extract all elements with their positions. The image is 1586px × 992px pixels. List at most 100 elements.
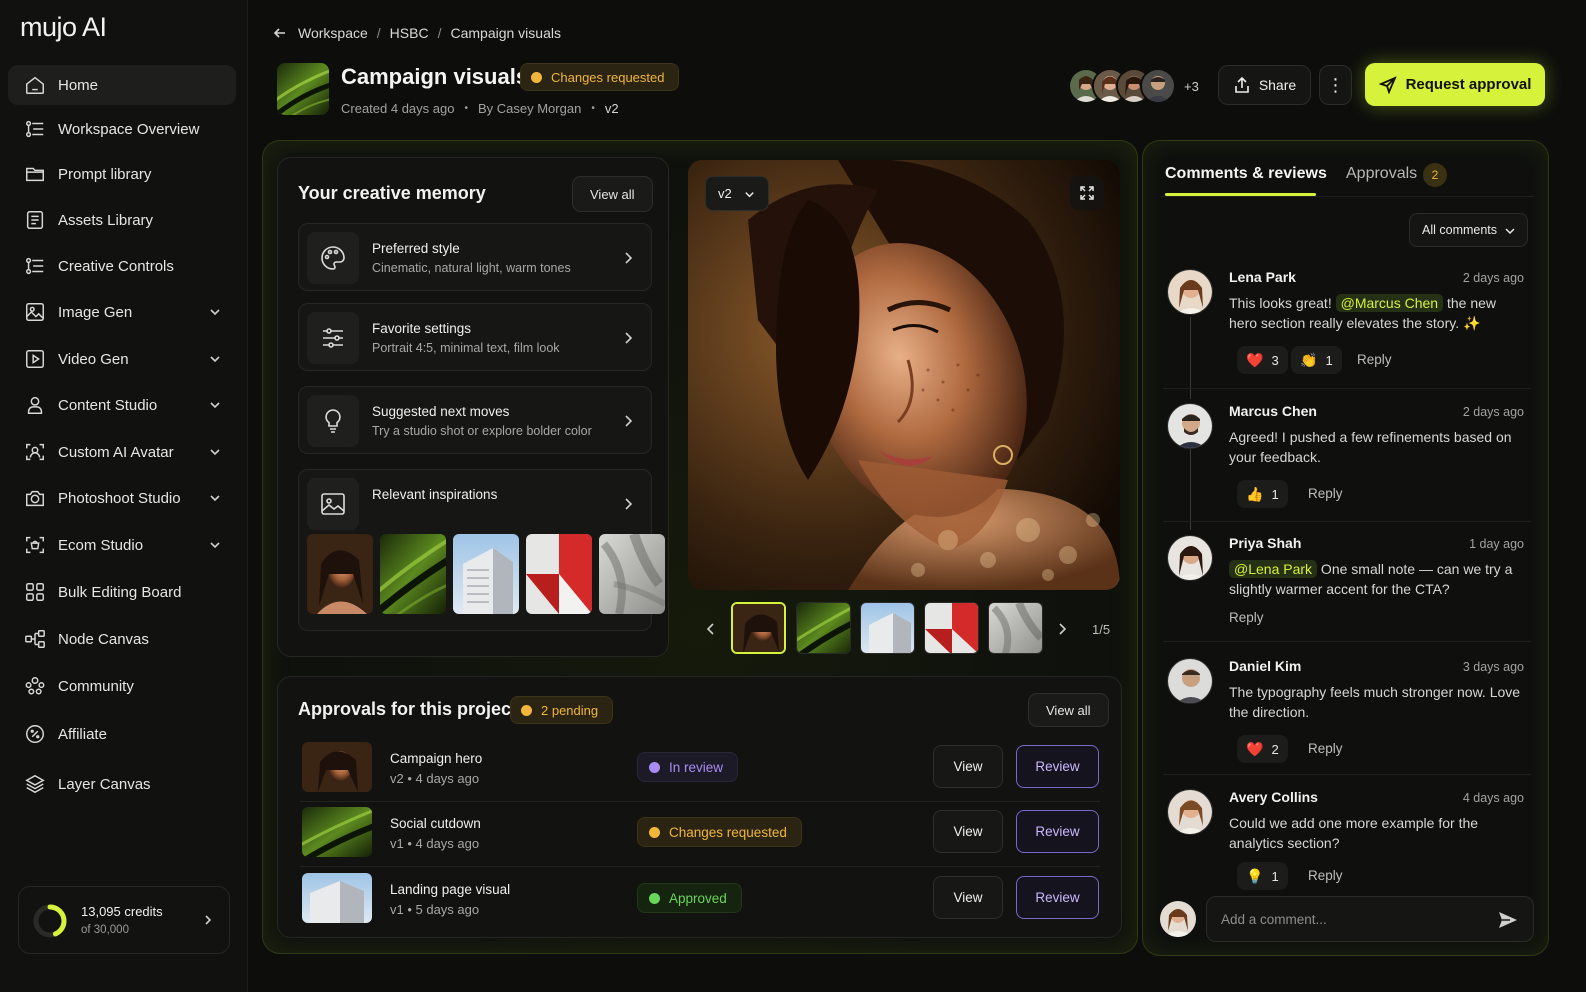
comment-text: The typography feels much stronger now. … bbox=[1229, 684, 1521, 720]
fullscreen-button[interactable] bbox=[1070, 176, 1104, 210]
send-icon[interactable] bbox=[1497, 909, 1519, 931]
sidebar-item-ecom-studio[interactable]: Ecom Studio bbox=[8, 525, 236, 565]
sidebar-item-label: Custom AI Avatar bbox=[58, 443, 174, 461]
back-arrow-icon[interactable] bbox=[272, 25, 288, 41]
comment-input[interactable] bbox=[1221, 897, 1481, 941]
memory-item-relevant-inspirations[interactable]: Relevant inspirations bbox=[298, 469, 665, 631]
sidebar-item-workspace-overview[interactable]: Workspace Overview bbox=[8, 109, 236, 149]
review-button[interactable]: Review bbox=[1016, 876, 1099, 919]
reaction-count: 3 bbox=[1271, 352, 1279, 368]
reaction-count: 1 bbox=[1271, 486, 1279, 502]
chevron-down-icon[interactable] bbox=[208, 445, 222, 459]
sidebar-item-creative-controls[interactable]: Creative Controls bbox=[8, 246, 236, 286]
reaction-clap[interactable]: 👏 1 bbox=[1291, 346, 1342, 374]
previous-image-button[interactable] bbox=[698, 610, 724, 648]
chevron-right-icon bbox=[625, 332, 633, 344]
inspiration-thumbnail[interactable] bbox=[599, 534, 665, 614]
more-collaborators-count[interactable]: +3 bbox=[1184, 79, 1199, 94]
sidebar-item-bulk-editing-board[interactable]: Bulk Editing Board bbox=[8, 572, 236, 612]
approval-name: Campaign hero bbox=[390, 751, 483, 766]
sidebar-item-label: Workspace Overview bbox=[58, 120, 200, 138]
inspiration-thumbnail[interactable] bbox=[380, 534, 446, 614]
memory-item-preferred-style[interactable]: Preferred style Cinematic, natural light… bbox=[298, 223, 652, 291]
sidebar-item-community[interactable]: Community bbox=[8, 666, 236, 706]
breadcrumb: Workspace / HSBC / Campaign visuals bbox=[272, 25, 561, 41]
main-preview-image[interactable] bbox=[688, 160, 1120, 590]
sidebar-item-label: Content Studio bbox=[58, 396, 158, 414]
sidebar-item-affiliate[interactable]: Affiliate bbox=[8, 714, 236, 754]
comment-time: 3 days ago bbox=[1462, 660, 1524, 674]
reaction-heart[interactable]: ❤️ 2 bbox=[1237, 735, 1288, 763]
breadcrumb-workspace[interactable]: Workspace bbox=[298, 25, 368, 41]
approval-meta: v2 • 4 days ago bbox=[390, 771, 480, 786]
reply-button[interactable]: Reply bbox=[1229, 610, 1264, 625]
tab-approvals[interactable]: Approvals bbox=[1346, 165, 1417, 183]
filmstrip-thumbnail-selected[interactable] bbox=[731, 602, 786, 654]
memory-item-title: Suggested next moves bbox=[372, 404, 510, 419]
sidebar-item-image-gen[interactable]: Image Gen bbox=[8, 292, 236, 332]
memory-view-all-button[interactable]: View all bbox=[572, 176, 653, 212]
comment: Priya Shah 1 day ago @Lena Park One smal… bbox=[1167, 535, 1532, 635]
sidebar-item-content-studio[interactable]: Content Studio bbox=[8, 385, 236, 425]
memory-item-suggested-next-moves[interactable]: Suggested next moves Try a studio shot o… bbox=[298, 386, 652, 454]
inspiration-thumbnail[interactable] bbox=[526, 534, 592, 614]
chevron-left-icon bbox=[706, 623, 714, 635]
comment-divider bbox=[1163, 388, 1531, 389]
status-label: Approved bbox=[669, 890, 727, 906]
sidebar-item-photoshoot-studio[interactable]: Photoshoot Studio bbox=[8, 478, 236, 518]
view-button[interactable]: View bbox=[933, 876, 1003, 919]
sidebar-item-node-canvas[interactable]: Node Canvas bbox=[8, 619, 236, 659]
mention-tag[interactable]: @Lena Park bbox=[1229, 560, 1318, 578]
reply-button[interactable]: Reply bbox=[1308, 486, 1343, 501]
credits-card[interactable]: 13,095 credits of 30,000 bbox=[18, 886, 230, 954]
filmstrip-thumbnail[interactable] bbox=[860, 602, 915, 654]
filter-value: All comments bbox=[1422, 223, 1498, 237]
memory-item-favorite-settings[interactable]: Favorite settings Portrait 4:5, minimal … bbox=[298, 303, 652, 371]
review-button[interactable]: Review bbox=[1016, 745, 1099, 788]
inspiration-thumbnail[interactable] bbox=[307, 534, 373, 614]
chevron-down-icon[interactable] bbox=[208, 398, 222, 412]
chevron-down-icon[interactable] bbox=[208, 352, 222, 366]
next-image-button[interactable] bbox=[1049, 610, 1075, 648]
request-approval-button[interactable]: Request approval bbox=[1365, 63, 1545, 106]
inspiration-thumbnail[interactable] bbox=[453, 534, 519, 614]
chevron-down-icon[interactable] bbox=[208, 491, 222, 505]
sidebar-item-assets-library[interactable]: Assets Library bbox=[8, 200, 236, 240]
sidebar-item-prompt-library[interactable]: Prompt library bbox=[8, 154, 236, 194]
sidebar-item-custom-ai-avatar[interactable]: Custom AI Avatar bbox=[8, 432, 236, 472]
image-icon bbox=[26, 303, 44, 321]
reaction-lightbulb[interactable]: 💡 1 bbox=[1237, 862, 1288, 890]
reply-button[interactable]: Reply bbox=[1308, 741, 1343, 756]
comments-filter-dropdown[interactable]: All comments bbox=[1409, 213, 1528, 247]
mention-tag[interactable]: @Marcus Chen bbox=[1335, 294, 1444, 312]
filmstrip-thumbnail[interactable] bbox=[796, 602, 851, 654]
version-select[interactable]: v2 bbox=[705, 176, 769, 211]
comment-author: Lena Park bbox=[1229, 269, 1296, 285]
filmstrip-thumbnail[interactable] bbox=[988, 602, 1043, 654]
meta-separator: • bbox=[591, 103, 595, 114]
sidebar-item-home[interactable]: Home bbox=[8, 65, 236, 105]
reply-button[interactable]: Reply bbox=[1308, 868, 1343, 883]
breadcrumb-hsbc[interactable]: HSBC bbox=[390, 25, 429, 41]
sidebar-item-layer-canvas[interactable]: Layer Canvas bbox=[8, 764, 236, 804]
reaction-thumbs-up[interactable]: 👍 1 bbox=[1237, 480, 1288, 508]
approvals-title: Approvals for this project bbox=[298, 699, 518, 719]
sidebar-item-video-gen[interactable]: Video Gen bbox=[8, 339, 236, 379]
comment-author: Priya Shah bbox=[1229, 535, 1302, 551]
tab-comments-reviews[interactable]: Comments & reviews bbox=[1165, 165, 1327, 183]
chevron-down-icon[interactable] bbox=[208, 305, 222, 319]
chevron-down-icon[interactable] bbox=[208, 538, 222, 552]
play-icon bbox=[26, 350, 44, 368]
filmstrip-thumbnail[interactable] bbox=[924, 602, 979, 654]
review-button[interactable]: Review bbox=[1016, 810, 1099, 853]
view-button[interactable]: View bbox=[933, 810, 1003, 853]
reaction-heart[interactable]: ❤️ 3 bbox=[1237, 346, 1288, 374]
share-button[interactable]: Share bbox=[1218, 65, 1311, 105]
view-button[interactable]: View bbox=[933, 745, 1003, 788]
approvals-view-all-button[interactable]: View all bbox=[1028, 693, 1109, 727]
more-options-button[interactable]: ⋮ bbox=[1319, 65, 1352, 105]
app-logo[interactable]: mujo AI bbox=[20, 12, 107, 43]
collaborator-avatars[interactable]: +3 bbox=[1068, 67, 1199, 105]
reply-button[interactable]: Reply bbox=[1357, 352, 1392, 367]
view-all-label: View all bbox=[1046, 702, 1091, 718]
